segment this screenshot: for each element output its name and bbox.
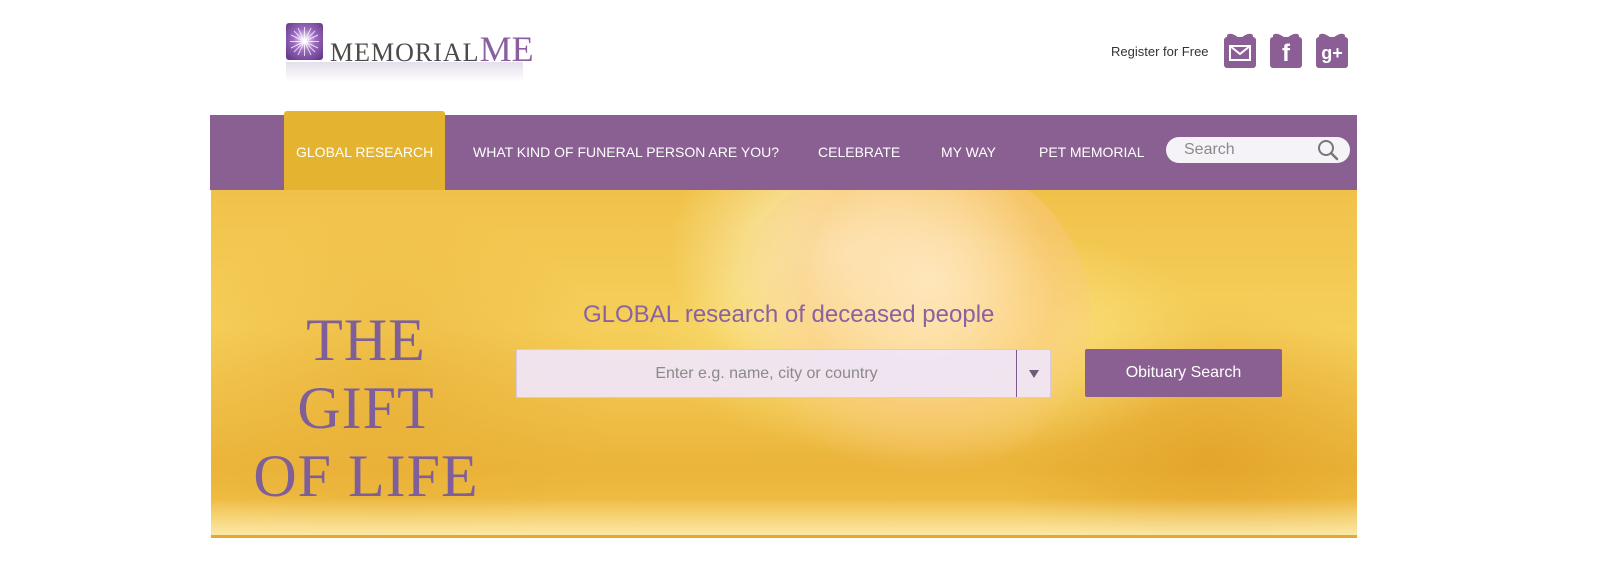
logo-reflection (286, 62, 523, 82)
obituary-search-button[interactable]: Obituary Search (1085, 349, 1282, 397)
google-plus-button[interactable]: g+ (1312, 31, 1352, 69)
mail-icon (1229, 45, 1251, 61)
hero-bottom-line (211, 535, 1357, 538)
facebook-icon: f (1282, 40, 1290, 67)
research-title: GLOBAL research of deceased people (583, 301, 995, 328)
nav-item-my-way[interactable]: MY WAY (941, 115, 996, 190)
research-search-box (516, 349, 1051, 398)
nav-item-global-research[interactable]: GLOBAL RESEARCH (284, 111, 446, 198)
hero-banner: THE GIFT OF LIFE GLOBAL research of dece… (211, 190, 1357, 538)
hero-background-image (731, 190, 1091, 480)
hero-tagline: THE GIFT OF LIFE (241, 306, 491, 510)
mail-button[interactable] (1220, 31, 1260, 69)
nav-item-celebrate[interactable]: CELEBRATE (818, 115, 900, 190)
google-plus-icon: g+ (1321, 43, 1343, 63)
research-dropdown-toggle[interactable] (1017, 350, 1051, 397)
caret-down-icon (1029, 370, 1039, 378)
starburst-logo-icon (286, 23, 323, 60)
memorialme-logo[interactable]: MEMORIALME (286, 22, 534, 82)
nav-search-input[interactable] (1184, 140, 1314, 160)
nav-item-pet-memorial[interactable]: PET MEMORIAL (1039, 115, 1145, 190)
facebook-button[interactable]: f (1266, 31, 1306, 69)
research-search-input[interactable] (517, 350, 1016, 397)
tagline-line-2: OF LIFE (253, 443, 479, 509)
nav-search-box (1166, 137, 1350, 163)
search-icon[interactable] (1316, 139, 1340, 161)
nav-item-funeral-person[interactable]: WHAT KIND OF FUNERAL PERSON ARE YOU? (473, 115, 779, 190)
tagline-line-1: THE GIFT (297, 307, 435, 441)
main-nav: GLOBAL RESEARCH WHAT KIND OF FUNERAL PER… (210, 111, 1357, 198)
header: MEMORIALME Register for Free f g+ (0, 0, 1599, 115)
register-link[interactable]: Register for Free (1111, 44, 1209, 59)
